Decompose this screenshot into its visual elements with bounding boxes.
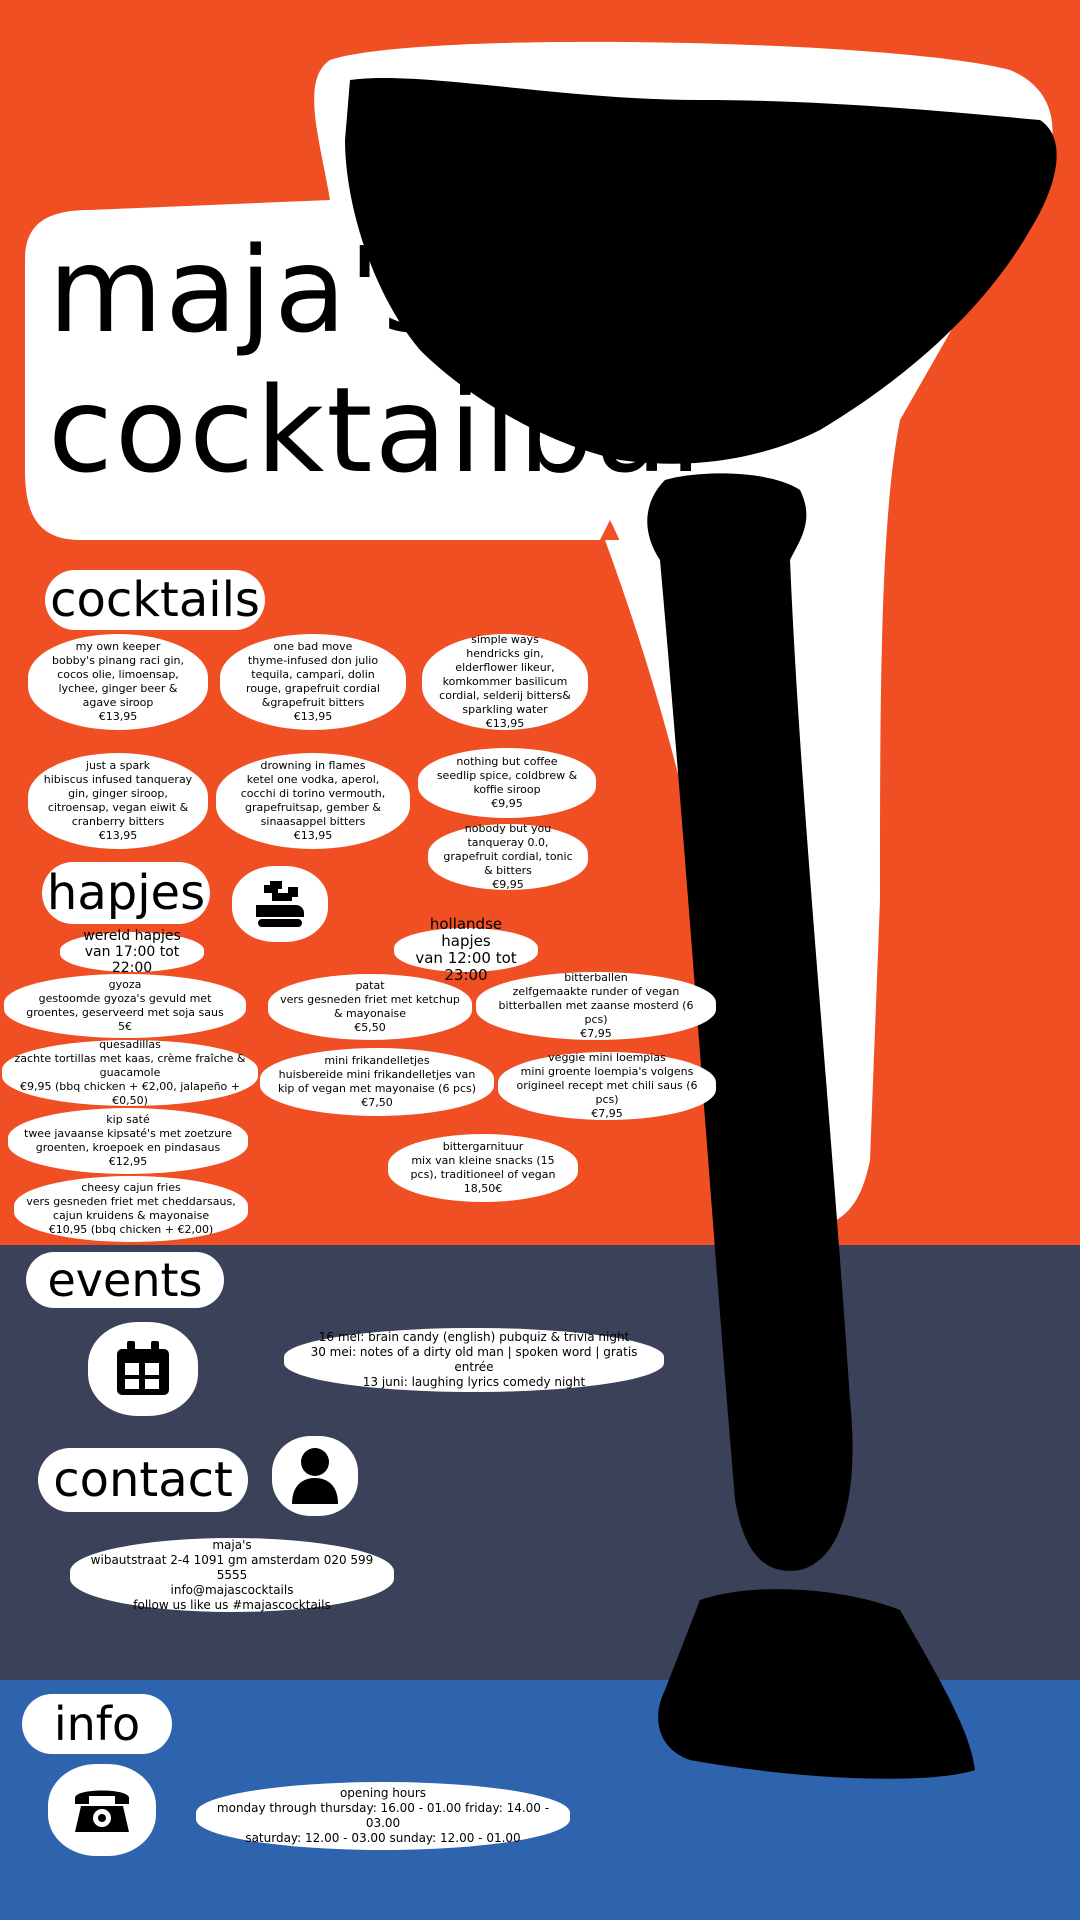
cocktail-desc: thyme-infused don julio tequila, campari… [246,654,380,709]
menu-item-name: bittergarnituur [442,1140,524,1153]
menu-item: gyoza gestoomde gyoza's gevuld met groen… [6,976,244,1036]
food-icon [232,866,328,942]
cocktail-price: €13,95 [98,829,138,842]
menu-item-desc: mini groente loempia's volgens origineel… [516,1065,698,1106]
event-item: 30 mei: notes of a dirty old man | spoke… [310,1345,638,1374]
events-list: 16 mei: brain candy (english) pubquiz & … [286,1330,662,1390]
event-item: 16 mei: brain candy (english) pubquiz & … [318,1330,630,1344]
menu-item-desc: twee javaanse kipsaté's met zoetzure gro… [24,1127,232,1154]
menu-item-price: €12,95 [108,1155,148,1168]
menu-item: quesadillas zachte tortillas met kaas, c… [4,1038,256,1107]
cocktail-desc: ketel one vodka, aperol, cocchi di torin… [240,773,386,828]
cocktail-price: €13,95 [293,710,333,723]
cocktail-desc: tanqueray 0.0, grapefruit cordial, tonic… [443,836,573,877]
person-icon [272,1436,358,1516]
menu-item-name: patat [355,979,385,992]
calendar-icon [88,1322,198,1416]
cocktail-item: drowning in flames ketel one vodka, aper… [218,755,408,847]
opening-hours-title: opening hours [339,1786,427,1800]
menu-item-price: €7,50 [361,1096,393,1109]
info-heading: info [22,1694,172,1754]
cocktail-price: €9,95 [491,797,523,810]
opening-hours-weekend: saturday: 12.00 - 03.00 sunday: 12.00 - … [245,1831,521,1845]
cocktail-item: one bad move thyme-infused don julio teq… [222,636,404,728]
cocktail-desc: bobby's pinang raci gin, cocos olie, lim… [51,654,184,709]
telephone-icon [48,1764,156,1856]
contact-heading: contact [38,1448,248,1512]
menu-item-desc: gestoomde gyoza's gevuld met groentes, g… [26,992,224,1019]
cocktails-heading: cocktails [45,570,265,630]
menu-item-name: gyoza [108,978,142,991]
menu-item-desc: vers gesneden friet met ketchup & mayona… [280,993,460,1020]
cocktail-item: nothing but coffee seedlip spice, coldbr… [420,750,594,816]
menu-item-desc: mix van kleine snacks (15 pcs), traditio… [410,1154,556,1181]
menu-item-price: €7,95 [591,1107,623,1120]
cocktail-price: €13,95 [293,829,333,842]
contact-email[interactable]: info@majascocktails [171,1583,294,1598]
hollandse-hapjes-hours: van 12:00 tot 23:00 [415,949,517,984]
event-item: 13 juni: laughing lyrics comedy night [362,1375,586,1389]
cocktail-name: my own keeper [75,640,161,653]
hollandse-hapjes-header: hollandse hapjes van 12:00 tot 23:00 [396,916,536,984]
contact-social: follow us like us #majascocktails [133,1597,331,1612]
cocktail-item: simple ways hendricks gin, elderflower l… [424,633,586,730]
menu-item-desc: vers gesneden friet met cheddarsaus, caj… [26,1195,236,1222]
menu-item-desc: huisbereide mini frikandelletjes van kip… [277,1068,477,1095]
menu-item-price: €9,95 (bbq chicken + €2,00, jalapeño + €… [19,1080,241,1107]
menu-item-price: 5€ [118,1020,132,1033]
menu-item-desc: zelfgemaakte runder of vegan bitterballe… [498,985,694,1026]
cocktail-name: nothing but coffee [456,755,558,768]
menu-item-name: mini frikandelletjes [324,1054,430,1067]
hollandse-hapjes-title: hollandse hapjes [429,915,503,950]
cocktail-price: €13,95 [98,710,138,723]
hapjes-heading: hapjes [42,862,210,924]
menu-item-name: bitterballen [564,971,628,984]
cocktail-name: one bad move [273,640,353,653]
wereld-hapjes-hours: van 17:00 tot 22:00 [84,944,180,976]
cocktail-name: drowning in flames [260,759,366,772]
cocktail-item: my own keeper bobby's pinang raci gin, c… [30,636,206,728]
cocktail-name: simple ways [471,633,539,646]
menu-item-name: kip saté [106,1113,150,1126]
opening-hours-weekdays: monday through thursday: 16.00 - 01.00 f… [216,1801,550,1830]
menu-item-desc: zachte tortillas met kaas, crème fraîche… [14,1052,246,1079]
menu-item: kip saté twee javaanse kipsaté's met zoe… [10,1110,246,1172]
menu-item-name: quesadillas [99,1038,161,1051]
events-heading: events [26,1252,224,1308]
menu-item-price: €5,50 [354,1021,386,1034]
menu-item-name: veggie mini loempias [548,1051,666,1064]
cocktail-desc: hibiscus infused tanqueray gin, ginger s… [43,773,193,828]
cocktail-name: just a spark [85,759,151,772]
menu-item: bitterballen zelfgemaakte runder of vega… [478,971,714,1040]
cocktail-price: €13,95 [485,717,525,730]
menu-item: veggie mini loempias mini groente loempi… [500,1051,714,1120]
contact-details: maja's wibautstraat 2-4 1091 gm amsterda… [72,1537,392,1612]
menu-item: mini frikandelletjes huisbereide mini fr… [262,1050,492,1114]
cocktail-price: €9,95 [492,878,524,891]
cocktail-item: nobody but you tanqueray 0.0, grapefruit… [430,822,586,891]
menu-item-price: €7,95 [580,1027,612,1040]
menu-item-price: 18,50€ [463,1182,503,1195]
wereld-hapjes-title: wereld hapjes [83,928,181,944]
menu-item-price: €10,95 (bbq chicken + €2,00) [48,1223,214,1236]
cocktail-item: just a spark hibiscus infused tanqueray … [30,755,206,847]
cocktail-name: nobody but you [464,822,552,835]
menu-item-name: cheesy cajun fries [81,1181,181,1194]
cocktail-desc: seedlip spice, coldbrew & koffie siroop [436,769,578,796]
menu-item: bittergarnituur mix van kleine snacks (1… [390,1136,576,1200]
cocktail-desc: hendricks gin, elderflower likeur, komko… [439,647,571,716]
wereld-hapjes-header: wereld hapjes van 17:00 tot 22:00 [62,928,202,976]
contact-name: maja's [212,1537,252,1552]
opening-hours: opening hours monday through thursday: 1… [198,1784,568,1848]
menu-item: cheesy cajun fries vers gesneden friet m… [16,1178,246,1240]
menu-item: patat vers gesneden friet met ketchup & … [270,976,470,1038]
contact-address: wibautstraat 2-4 1091 gm amsterdam 020 5… [90,1552,374,1582]
